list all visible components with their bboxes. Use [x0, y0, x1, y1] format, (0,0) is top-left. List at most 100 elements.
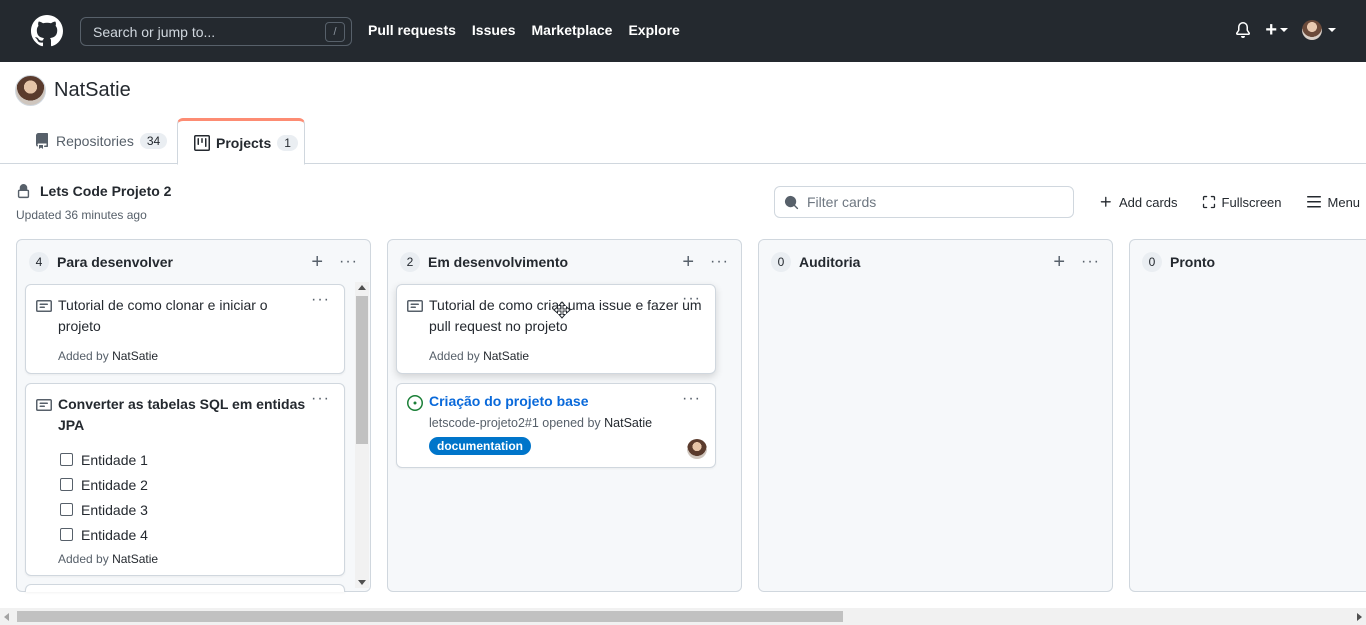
add-cards-button[interactable]: Add cards [1099, 194, 1178, 210]
card-author-link[interactable]: NatSatie [483, 349, 529, 363]
note-card[interactable]: ··· Converter as tabelas SQL em entidas … [25, 383, 345, 576]
note-card[interactable]: ··· Tutorial de como criar uma issue e f… [396, 284, 716, 374]
card-note-text: Tutorial de como clonar e iniciar o proj… [58, 297, 268, 334]
board-horizontal-scrollbar[interactable] [0, 608, 1366, 625]
card-author-link[interactable]: NatSatie [112, 349, 158, 363]
card-author-link[interactable]: NatSatie [112, 552, 158, 566]
profile-name[interactable]: NatSatie [54, 79, 131, 102]
column-vertical-scrollbar[interactable] [355, 282, 369, 588]
tab-repositories[interactable]: Repositories 34 [34, 118, 168, 164]
scroll-left-arrow-icon[interactable] [4, 613, 9, 621]
chevron-down-icon [1328, 28, 1336, 32]
card-more-options-icon[interactable]: ··· [682, 390, 701, 408]
column-more-options-icon[interactable]: ··· [1081, 253, 1100, 271]
search-shortcut-key: / [325, 21, 345, 42]
user-menu-dropdown[interactable] [1302, 20, 1336, 40]
column-name[interactable]: Auditoria [799, 254, 1053, 270]
notifications-bell-icon[interactable] [1235, 22, 1251, 38]
add-card-plus-icon[interactable]: + [311, 252, 323, 272]
issue-meta: letscode-projeto2#1 opened by NatSatie [429, 416, 652, 430]
scrollbar-thumb[interactable] [356, 296, 368, 444]
documentation-label[interactable]: documentation [429, 437, 531, 455]
checkbox[interactable] [60, 503, 73, 516]
scroll-down-arrow-icon[interactable] [358, 580, 366, 585]
add-card-plus-icon[interactable]: + [682, 252, 694, 272]
filter-cards-input[interactable] [807, 194, 1057, 210]
issue-title-link[interactable]: Criação do projeto base [429, 393, 588, 409]
checklist-item: Entidade 4 [60, 522, 148, 547]
issue-card[interactable]: ··· Criação do projeto base letscode-pro… [396, 383, 716, 468]
menu-button[interactable]: Menu [1306, 194, 1360, 210]
profile-tabs: Repositories 34 Projects 1 [0, 118, 1366, 165]
plus-icon: + [1265, 19, 1277, 41]
create-new-dropdown[interactable]: + [1265, 19, 1288, 41]
repositories-count-badge: 34 [139, 133, 168, 149]
nav-link-pull-requests[interactable]: Pull requests [368, 22, 456, 38]
added-by-label: Added by [429, 349, 480, 363]
filter-cards-field[interactable] [774, 186, 1074, 218]
nav-link-explore[interactable]: Explore [628, 22, 679, 38]
card-more-options-icon[interactable]: ··· [311, 390, 330, 408]
profile-header: NatSatie [15, 75, 131, 106]
project-title: Lets Code Projeto 2 [16, 183, 171, 199]
issue-author-link[interactable]: NatSatie [604, 416, 652, 430]
user-actions: + [1235, 20, 1336, 40]
project-updated-time: Updated 36 minutes ago [16, 208, 147, 222]
added-by-label: Added by [58, 349, 109, 363]
note-card[interactable]: ··· Tutorial de como clonar e iniciar o … [25, 284, 345, 374]
column-em-desenvolvimento: 2 Em desenvolvimento + ··· ··· Tutorial … [387, 239, 742, 592]
scroll-right-arrow-icon[interactable] [1357, 613, 1362, 621]
added-by-label: Added by [58, 552, 109, 566]
column-header: 0 Pronto [1142, 252, 1354, 272]
checkbox[interactable] [60, 478, 73, 491]
column-more-options-icon[interactable]: ··· [339, 253, 358, 271]
card-note-text: Converter as tabelas SQL em entidas JPA [58, 396, 306, 433]
projects-count-badge: 1 [277, 134, 298, 151]
fullscreen-label: Fullscreen [1221, 194, 1282, 210]
column-name[interactable]: Para desenvolver [57, 254, 311, 270]
tab-projects-label: Projects [216, 134, 272, 151]
profile-avatar[interactable] [15, 75, 46, 106]
column-more-options-icon[interactable]: ··· [710, 253, 729, 271]
lock-icon [17, 183, 30, 198]
global-search-input[interactable]: Search or jump to... / [80, 17, 352, 46]
tab-projects[interactable]: Projects 1 [177, 118, 305, 165]
tab-repositories-label: Repositories [56, 133, 134, 149]
assignee-avatar[interactable] [687, 439, 707, 459]
avatar [1302, 20, 1322, 40]
top-navigation-bar: Search or jump to... / Pull requests Iss… [0, 0, 1366, 62]
project-title-text[interactable]: Lets Code Projeto 2 [40, 183, 171, 199]
checklist-item-label: Entidade 4 [81, 526, 148, 543]
scrollbar-thumb[interactable] [17, 611, 843, 622]
github-logo-icon[interactable] [31, 15, 63, 47]
note-card-partial[interactable] [25, 584, 345, 592]
column-auditoria: 0 Auditoria + ··· [758, 239, 1113, 592]
fullscreen-button[interactable]: Fullscreen [1202, 194, 1282, 210]
task-checklist: Entidade 1 Entidade 2 Entidade 3 Entidad… [60, 447, 148, 547]
card-added-by: Added by NatSatie [58, 552, 158, 566]
note-icon [36, 300, 52, 312]
checklist-item-label: Entidade 2 [81, 476, 148, 493]
nav-link-issues[interactable]: Issues [472, 22, 516, 38]
column-header: 4 Para desenvolver + ··· [29, 252, 358, 272]
checkbox[interactable] [60, 453, 73, 466]
checklist-item: Entidade 1 [60, 447, 148, 472]
column-name[interactable]: Em desenvolvimento [428, 254, 682, 270]
checklist-item: Entidade 2 [60, 472, 148, 497]
hamburger-menu-icon [1306, 196, 1321, 208]
add-card-plus-icon[interactable]: + [1053, 252, 1065, 272]
chevron-down-icon [1280, 28, 1288, 32]
issue-opened-icon [407, 395, 423, 411]
card-added-by: Added by NatSatie [429, 349, 529, 363]
search-placeholder: Search or jump to... [93, 23, 216, 40]
column-pronto: 0 Pronto [1129, 239, 1366, 592]
nav-link-marketplace[interactable]: Marketplace [532, 22, 613, 38]
search-icon [784, 195, 799, 209]
column-name[interactable]: Pronto [1170, 254, 1354, 270]
checkbox[interactable] [60, 528, 73, 541]
scroll-up-arrow-icon[interactable] [358, 285, 366, 290]
card-more-options-icon[interactable]: ··· [311, 291, 330, 309]
issue-reference[interactable]: letscode-projeto2#1 opened by [429, 416, 601, 430]
repo-icon [36, 133, 48, 149]
column-header: 2 Em desenvolvimento + ··· [400, 252, 729, 272]
